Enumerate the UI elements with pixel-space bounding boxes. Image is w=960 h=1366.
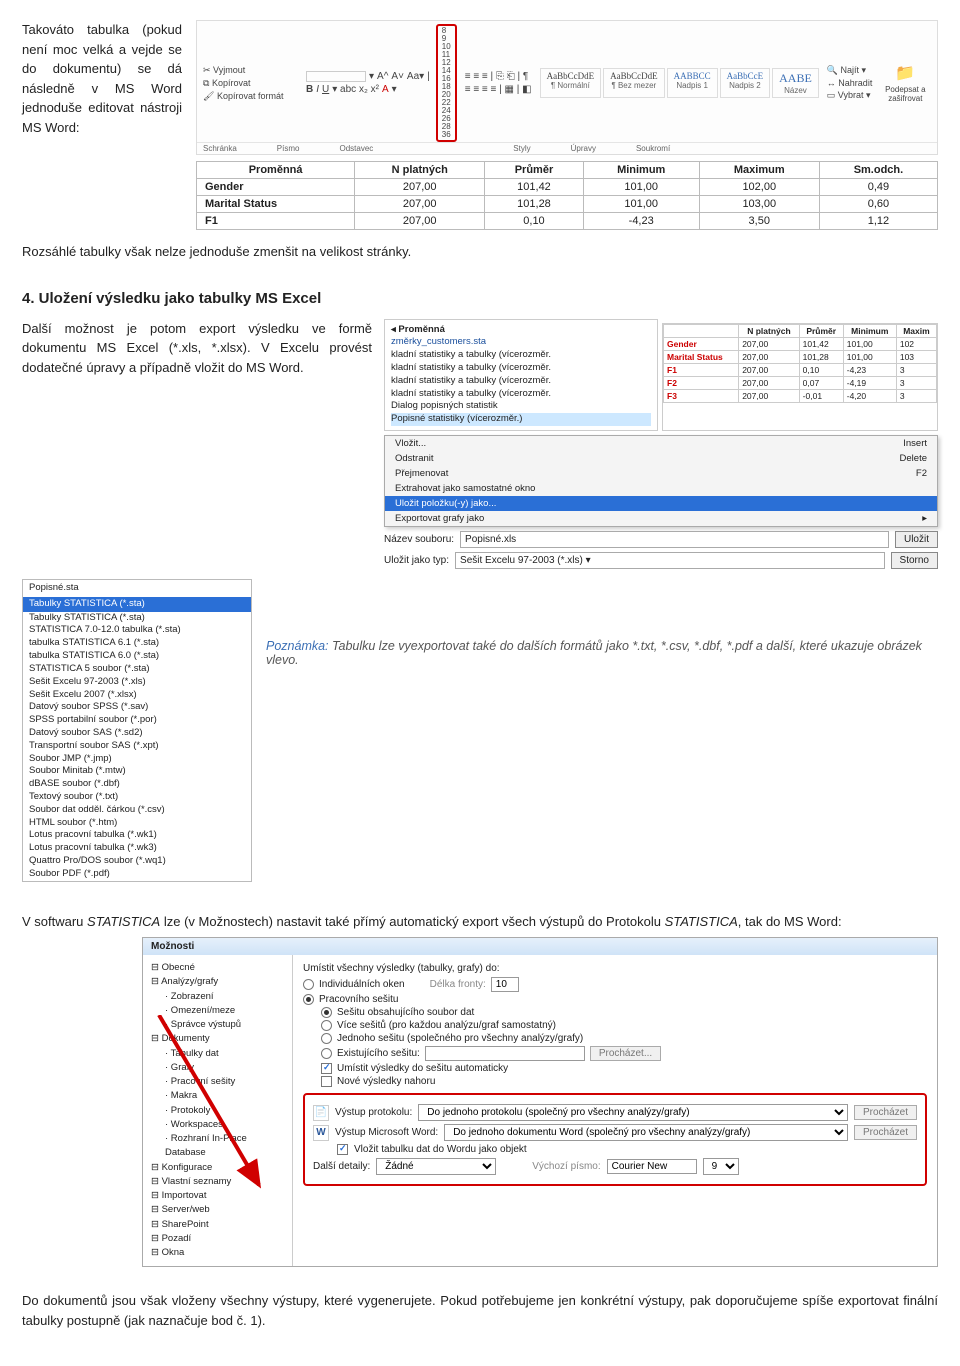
- save-name-label: Název souboru:: [384, 534, 454, 545]
- save-button[interactable]: Uložit: [895, 531, 938, 548]
- word-ribbon: ✂ Vyjmout ⧉ Kopírovat 🖌 Kopírovat formát…: [196, 20, 938, 155]
- statistica-workbook-fig: ◂ Proměnná změrky_customers.sta kladní s…: [384, 319, 938, 570]
- save-name-field[interactable]: Popisné.xls: [460, 531, 889, 548]
- s4-text: Další možnost je potom export výsledku v…: [22, 319, 372, 378]
- options-tree[interactable]: ⊟ Obecné⊟ Analýzy/grafy· Zobrazení· Omez…: [143, 955, 293, 1266]
- context-menu[interactable]: Vložit...Insert OdstranitDelete Přejmeno…: [384, 435, 938, 527]
- style-gallery[interactable]: AaBbCcDdE¶ Normální AaBbCcDdE¶ Bez mezer…: [540, 68, 819, 98]
- word-icon: W: [313, 1125, 329, 1141]
- replace-label[interactable]: Nahradit: [838, 78, 872, 88]
- save-type-label: Uložit jako typ:: [384, 555, 449, 566]
- options-dialog: Možnosti ⊟ Obecné⊟ Analýzy/grafy· Zobraz…: [142, 937, 938, 1267]
- p6: Do dokumentů jsou však vloženy všechny v…: [22, 1291, 938, 1330]
- p5: V softwaru STATISTICA lze (v Možnostech)…: [22, 912, 938, 932]
- protocol-output-select[interactable]: Do jednoho protokolu (společný pro všech…: [418, 1104, 848, 1121]
- browse3-button[interactable]: Procházet: [854, 1125, 917, 1140]
- find-label[interactable]: Najít: [841, 65, 860, 75]
- intro-text: Takováto tabulka (pokud není moc velká a…: [22, 20, 182, 137]
- save-type-field[interactable]: Sešit Excelu 97-2003 (*.xls) ▾: [455, 552, 885, 569]
- details-select[interactable]: Žádné: [376, 1158, 496, 1175]
- note-text: Poznámka: Tabulku lze vyexportovat také …: [266, 579, 938, 667]
- browse2-button[interactable]: Procházet: [854, 1105, 917, 1120]
- intro-text2: Rozsáhlé tabulky však nelze jednoduše zm…: [22, 242, 938, 262]
- fontsize-select[interactable]: 9: [703, 1158, 739, 1175]
- select-label[interactable]: Vybrat: [838, 90, 864, 100]
- queue-len-input[interactable]: [491, 977, 519, 992]
- font-size-highlight: 89101112141618202224262836: [436, 24, 457, 142]
- protocol-output-highlight: 📄 Výstup protokolu: Do jednoho protokolu…: [303, 1093, 927, 1186]
- copy-label[interactable]: Kopírovat: [212, 78, 251, 88]
- browse-button[interactable]: Procházet...: [590, 1046, 661, 1061]
- cancel-button[interactable]: Storno: [891, 552, 938, 569]
- sign-icon[interactable]: 📁: [880, 63, 930, 83]
- stats-table: ProměnnáN platnýchPrůměrMinimumMaximumSm…: [196, 161, 938, 230]
- report-icon: 📄: [313, 1105, 329, 1121]
- font-input[interactable]: [607, 1159, 697, 1174]
- cut-label[interactable]: Vyjmout: [213, 65, 245, 75]
- fmt-label[interactable]: Kopírovat formát: [217, 91, 284, 101]
- filetype-dropdown[interactable]: Popisné.sta Tabulky STATISTICA (*.sta) T…: [22, 579, 252, 882]
- word-output-select[interactable]: Do jednoho dokumentu Word (společný pro …: [444, 1124, 848, 1141]
- heading-4: 4. Uložení výsledku jako tabulky MS Exce…: [22, 290, 938, 307]
- existing-wb-input[interactable]: [425, 1046, 585, 1061]
